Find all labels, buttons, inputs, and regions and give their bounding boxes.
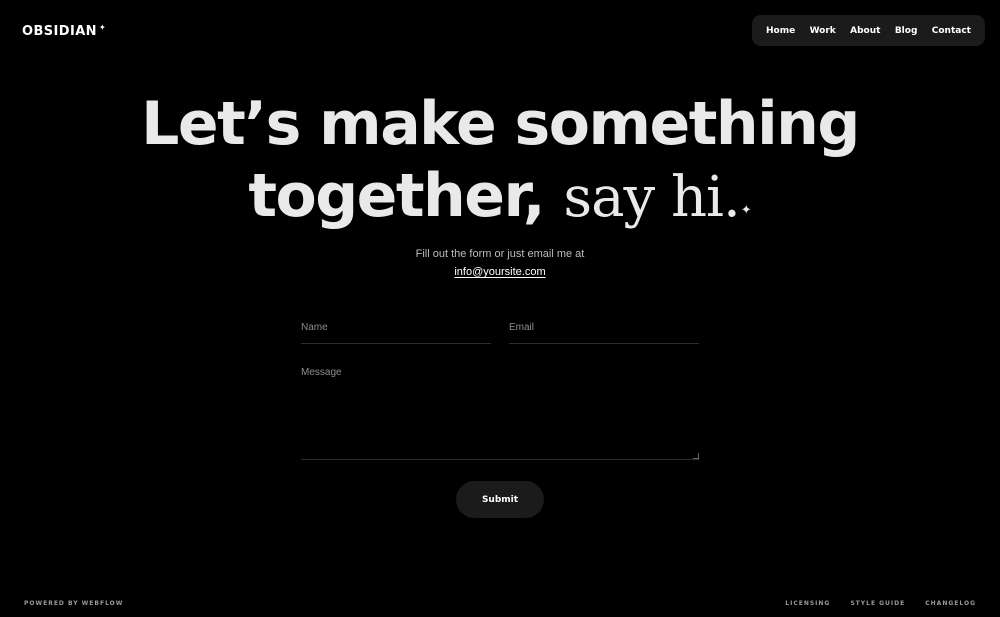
footer-links: LICENSING STYLE GUIDE CHANGELOG xyxy=(785,600,976,607)
hero-heading: Let’s make something together, say hi.✦ xyxy=(0,88,1000,247)
nav-work[interactable]: Work xyxy=(810,26,836,36)
intro-text: Fill out the form or just email me at xyxy=(415,248,585,260)
email-link-wrap: info@yoursite.com xyxy=(0,265,1000,280)
star-icon: ✦ xyxy=(98,22,107,32)
hero-line-2: together, say hi.✦ xyxy=(0,160,1000,247)
footer-licensing-link[interactable]: LICENSING xyxy=(785,600,830,607)
submit-button[interactable]: Submit xyxy=(456,481,544,518)
hero-line-1: Let’s make something xyxy=(141,89,860,159)
footer-style-guide-link[interactable]: STYLE GUIDE xyxy=(850,600,905,607)
sparkle-icon: ✦ xyxy=(740,203,752,218)
nav-home[interactable]: Home xyxy=(766,26,795,36)
email-field[interactable] xyxy=(509,312,699,344)
message-field[interactable] xyxy=(301,367,699,460)
hero-serif-text: say hi. xyxy=(563,165,740,230)
email-link[interactable]: info@yoursite.com xyxy=(454,266,545,278)
brand-logo[interactable]: OBSIDIAN ✦ xyxy=(22,22,106,40)
footer-changelog-link[interactable]: CHANGELOG xyxy=(925,600,976,607)
name-field[interactable] xyxy=(301,312,491,344)
main-nav: Home Work About Blog Contact xyxy=(752,15,985,46)
nav-contact[interactable]: Contact xyxy=(932,26,971,36)
powered-by-link[interactable]: POWERED BY WEBFLOW xyxy=(24,600,123,607)
nav-about[interactable]: About xyxy=(850,26,880,36)
brand-name: OBSIDIAN xyxy=(22,23,97,39)
nav-blog[interactable]: Blog xyxy=(895,26,918,36)
hero-bold-word: together, xyxy=(248,161,545,231)
